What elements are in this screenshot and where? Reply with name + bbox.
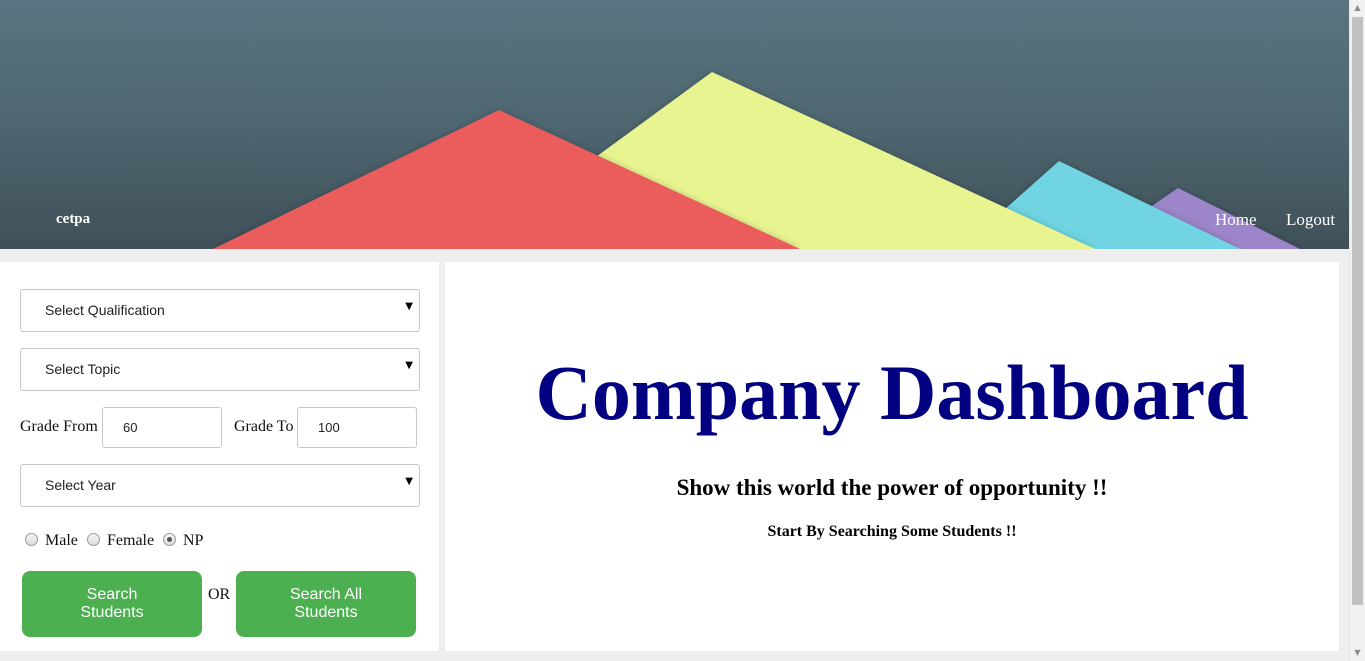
scroll-up-arrow-icon[interactable]: ▲ — [1350, 0, 1365, 16]
vertical-scrollbar[interactable]: ▲ ▼ — [1349, 0, 1365, 661]
dropdown-caret-icon: ▼ — [405, 476, 413, 487]
grade-from-input[interactable] — [102, 407, 222, 448]
topic-select-value: Select Topic — [45, 361, 121, 377]
search-students-button[interactable]: Search Students — [22, 571, 202, 637]
scroll-thumb[interactable] — [1352, 17, 1363, 605]
gender-label-np: NP — [183, 532, 204, 549]
year-select-value: Select Year — [45, 477, 116, 493]
page-title: Company Dashboard — [535, 349, 1249, 436]
grade-from-label: Grade From — [20, 418, 98, 435]
search-all-students-button[interactable]: Search All Students — [236, 571, 416, 637]
topic-select[interactable]: Select Topic ▼ — [20, 348, 420, 391]
gender-label-male: Male — [45, 532, 78, 549]
qualification-select[interactable]: Select Qualification ▼ — [20, 289, 420, 332]
grade-to-input[interactable] — [297, 407, 417, 448]
brand-name[interactable]: cetpa — [56, 211, 90, 228]
dashboard-content: Company Dashboard Show this world the po… — [445, 262, 1339, 651]
search-hint: Start By Searching Some Students !! — [767, 523, 1017, 540]
header-banner: cetpa Home Logout — [0, 0, 1349, 249]
or-separator: OR — [208, 586, 231, 603]
mountains-illustration — [213, 72, 1300, 249]
qualification-select-value: Select Qualification — [45, 302, 165, 318]
dropdown-caret-icon: ▼ — [405, 360, 413, 371]
gender-radio-female[interactable] — [87, 533, 100, 546]
nav-logout-link[interactable]: Logout — [1286, 210, 1335, 230]
nav-home-link[interactable]: Home — [1215, 210, 1257, 230]
gender-radio-np[interactable] — [163, 533, 176, 546]
gender-radio-male[interactable] — [25, 533, 38, 546]
gender-label-female: Female — [107, 532, 155, 549]
scroll-down-arrow-icon[interactable]: ▼ — [1350, 645, 1365, 661]
year-select[interactable]: Select Year ▼ — [20, 464, 420, 507]
dropdown-caret-icon: ▼ — [405, 301, 413, 312]
search-filter-panel: Select Qualification ▼ Select Topic ▼ Gr… — [0, 262, 439, 651]
grade-to-label: Grade To — [234, 418, 294, 435]
page-subtitle: Show this world the power of opportunity… — [676, 475, 1108, 500]
